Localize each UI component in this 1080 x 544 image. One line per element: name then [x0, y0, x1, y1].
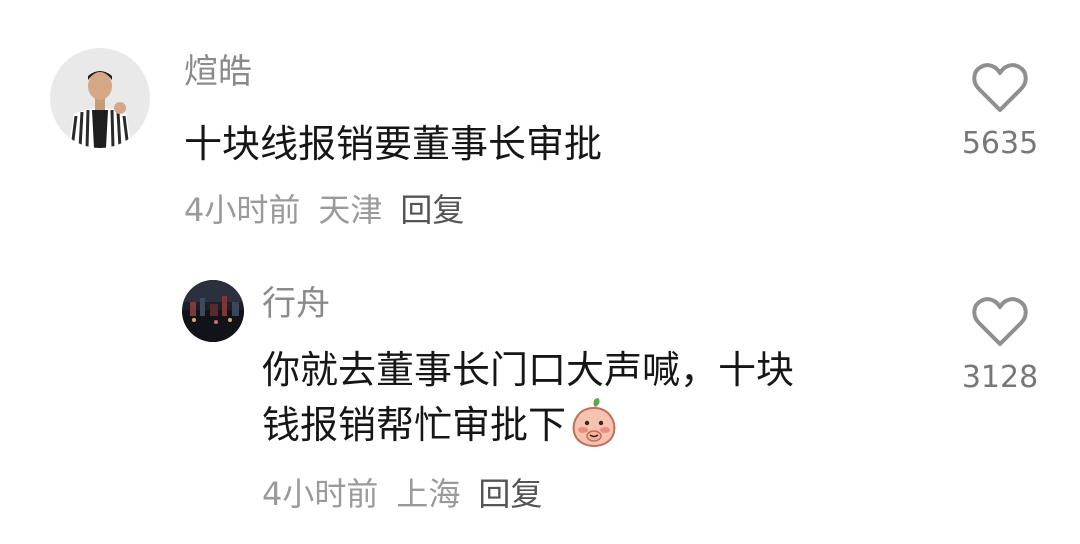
avatar[interactable]: [50, 48, 150, 148]
comment-time: 4小时前: [262, 475, 379, 513]
like-button[interactable]: 3128: [950, 296, 1050, 396]
comment-location: 上海: [396, 475, 461, 513]
reply-button[interactable]: 回复: [400, 191, 464, 229]
comment-time: 4小时前: [184, 191, 301, 229]
heart-outline-icon: [972, 63, 1028, 112]
blushing-peach-emoji-icon: [572, 398, 616, 448]
username[interactable]: 煊皓: [184, 52, 252, 92]
heart-outline-icon: [972, 297, 1028, 346]
like-button[interactable]: 5635: [950, 62, 1050, 162]
avatar[interactable]: [182, 280, 244, 342]
comment-text: 你就去董事长门口大声喊，十块 钱报销帮忙审批下: [262, 344, 922, 451]
comment-location: 天津: [318, 191, 383, 229]
comment-meta: 4小时前 上海 回复: [262, 474, 542, 514]
comment-text-line-2: 钱报销帮忙审批下: [262, 396, 922, 451]
reply-button[interactable]: 回复: [478, 475, 542, 513]
comment-meta: 4小时前 天津 回复: [184, 190, 464, 230]
comment-text-line: 你就去董事长门口大声喊，十块: [262, 348, 795, 392]
username[interactable]: 行舟: [262, 284, 330, 324]
like-count: 3128: [961, 360, 1039, 395]
comment-text: 十块线报销要董事长审批: [184, 122, 603, 166]
like-count: 5635: [961, 126, 1039, 161]
comment-text-line: 钱报销帮忙审批下: [262, 403, 567, 447]
